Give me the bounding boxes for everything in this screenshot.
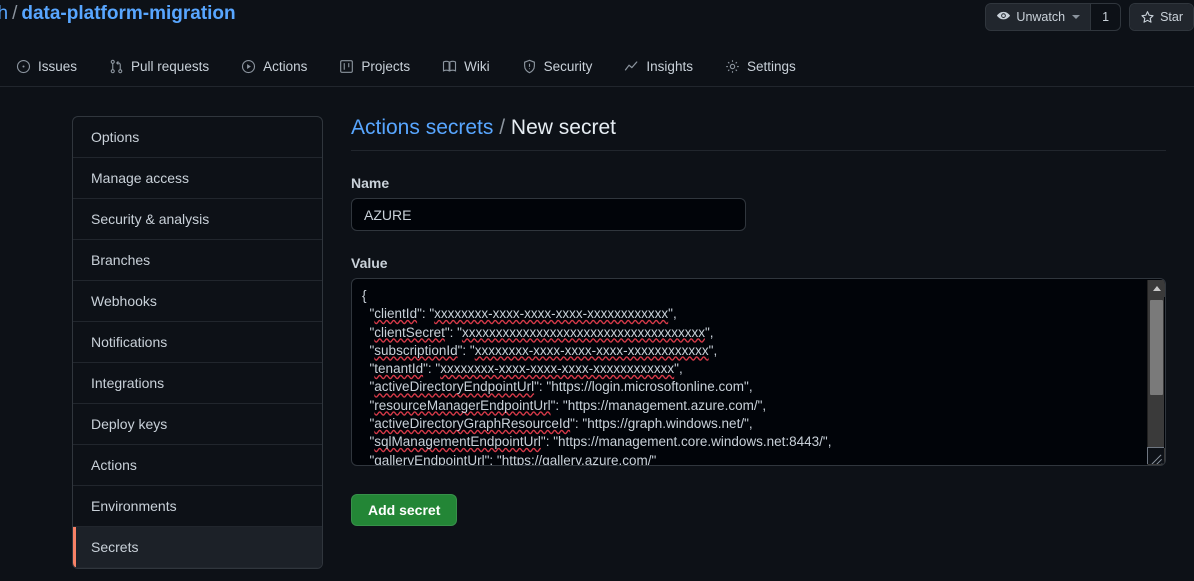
breadcrumb-repo[interactable]: data-platform-migration xyxy=(21,3,235,24)
eye-icon xyxy=(996,10,1011,25)
watch-button-group[interactable]: Unwatch 1 xyxy=(985,3,1122,31)
sidebar-item-label: Webhooks xyxy=(91,293,157,309)
sidebar-item-branches[interactable]: Branches xyxy=(73,240,322,281)
project-icon xyxy=(339,59,354,74)
page-body: Options Manage access Security & analysi… xyxy=(0,104,1194,581)
triangle-up-icon xyxy=(1152,286,1161,291)
scroll-up-button[interactable] xyxy=(1148,280,1165,297)
tab-actions[interactable]: Actions xyxy=(225,48,323,84)
tab-wiki[interactable]: Wiki xyxy=(426,48,506,84)
sidebar-item-actions[interactable]: Actions xyxy=(73,445,322,486)
star-label: Star xyxy=(1160,10,1183,24)
sidebar-item-label: Manage access xyxy=(91,170,190,186)
tab-settings-label: Settings xyxy=(746,58,796,74)
unwatch-button[interactable]: Unwatch xyxy=(986,4,1091,30)
sidebar-item-label: Environments xyxy=(91,498,177,514)
sidebar-item-secrets[interactable]: Secrets xyxy=(73,527,322,568)
breadcrumb-owner[interactable]: ch xyxy=(0,3,8,24)
actions-secrets-link[interactable]: Actions secrets xyxy=(351,116,493,139)
tab-issues-label: Issues xyxy=(38,58,78,74)
tab-security[interactable]: Security xyxy=(506,48,609,84)
tab-issues[interactable]: Issues xyxy=(0,48,93,84)
shield-icon xyxy=(522,59,537,74)
sidebar-item-integrations[interactable]: Integrations xyxy=(73,363,322,404)
value-scrollbar[interactable] xyxy=(1147,280,1165,465)
tab-insights[interactable]: Insights xyxy=(608,48,709,84)
tab-actions-label: Actions xyxy=(263,58,308,74)
tab-pull-requests-label: Pull requests xyxy=(131,58,210,74)
tab-projects-label: Projects xyxy=(361,58,411,74)
sidebar-item-label: Integrations xyxy=(91,375,165,391)
breadcrumb: ch/data-platform-migration xyxy=(0,3,236,25)
secret-value-container[interactable]: { "clientId": "xxxxxxxx-xxxx-xxxx-xxxx-x… xyxy=(351,278,1166,466)
value-field-label: Value xyxy=(351,255,388,271)
sidebar-item-security-analysis[interactable]: Security & analysis xyxy=(73,199,322,240)
star-button[interactable]: Star xyxy=(1130,4,1193,30)
book-icon xyxy=(442,59,457,74)
star-button-group[interactable]: Star xyxy=(1129,3,1194,31)
sidebar-item-label: Security & analysis xyxy=(91,211,210,227)
sidebar-item-deploy-keys[interactable]: Deploy keys xyxy=(73,404,322,445)
settings-sidebar: Options Manage access Security & analysi… xyxy=(72,116,323,569)
add-secret-button[interactable]: Add secret xyxy=(351,494,458,526)
repo-nav: Issues Pull requests Actions Projects Wi… xyxy=(0,48,1194,84)
name-field-label: Name xyxy=(351,175,390,191)
watch-count: 1 xyxy=(1090,4,1121,30)
sidebar-item-label: Branches xyxy=(91,252,151,268)
sidebar-item-label: Notifications xyxy=(91,334,168,350)
git-pull-request-icon xyxy=(109,59,124,74)
breadcrumb-separator: / xyxy=(12,3,18,24)
secret-name-input[interactable] xyxy=(351,198,746,231)
title-current: New secret xyxy=(510,116,616,139)
new-secret-form: Actions secrets / New secret Name Value … xyxy=(351,116,1166,526)
tab-settings[interactable]: Settings xyxy=(709,48,812,84)
sidebar-item-label: Deploy keys xyxy=(91,416,168,432)
chevron-down-icon xyxy=(1072,15,1081,19)
resize-grip-icon[interactable] xyxy=(1147,447,1164,464)
secret-value-textarea[interactable]: { "clientId": "xxxxxxxx-xxxx-xxxx-xxxx-x… xyxy=(352,279,1142,465)
tab-pull-requests[interactable]: Pull requests xyxy=(93,48,225,84)
sidebar-item-options[interactable]: Options xyxy=(73,117,322,158)
sidebar-item-label: Actions xyxy=(91,457,137,473)
sidebar-item-manage-access[interactable]: Manage access xyxy=(73,158,322,199)
tab-wiki-label: Wiki xyxy=(464,58,490,74)
sidebar-item-label: Options xyxy=(91,129,140,145)
play-icon xyxy=(241,59,256,74)
tab-projects[interactable]: Projects xyxy=(323,48,426,84)
scrollbar-thumb[interactable] xyxy=(1150,300,1163,395)
sidebar-item-notifications[interactable]: Notifications xyxy=(73,322,322,363)
title-separator: / xyxy=(499,116,506,139)
header-actions: Unwatch 1 Star xyxy=(985,3,1194,31)
star-icon xyxy=(1140,10,1155,25)
sidebar-item-label: Secrets xyxy=(91,539,139,555)
sidebar-item-environments[interactable]: Environments xyxy=(73,486,322,527)
issue-opened-icon xyxy=(16,59,31,74)
sidebar-item-webhooks[interactable]: Webhooks xyxy=(73,281,322,322)
tab-security-label: Security xyxy=(543,58,593,74)
gear-icon xyxy=(725,59,740,74)
unwatch-label: Unwatch xyxy=(1016,10,1066,24)
graph-icon xyxy=(624,59,639,74)
page-title: Actions secrets / New secret xyxy=(351,116,1166,151)
tab-insights-label: Insights xyxy=(646,58,693,74)
nav-divider xyxy=(0,86,1194,87)
